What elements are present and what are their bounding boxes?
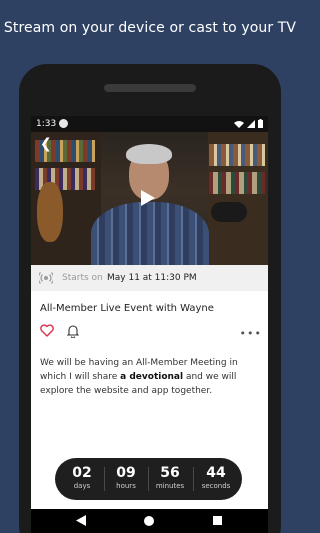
countdown-days-label: days	[73, 482, 91, 490]
countdown-seconds-value: 44	[206, 465, 226, 481]
countdown-seconds-label: seconds	[201, 482, 231, 490]
more-options-icon[interactable]: •••	[240, 327, 262, 340]
countdown-timer: 02 days 09 hours 56 minutes 44 seconds	[55, 458, 242, 500]
android-nav-bar	[31, 509, 268, 533]
countdown-minutes-value: 56	[160, 465, 180, 481]
promo-headline: Stream on your device or cast to your TV	[3, 20, 297, 36]
nav-back-icon[interactable]	[76, 515, 86, 526]
countdown-hours-value: 09	[116, 465, 136, 481]
description-bold: a devotional	[120, 372, 184, 382]
books-row	[209, 144, 265, 166]
battery-icon	[258, 119, 263, 128]
countdown-divider	[193, 467, 194, 491]
phone-speaker	[104, 84, 196, 92]
play-icon[interactable]	[141, 190, 155, 206]
video-player[interactable]: ❮	[31, 132, 268, 265]
nav-recents-icon[interactable]	[213, 516, 222, 525]
countdown-hours: 09 hours	[108, 465, 144, 492]
microphone	[211, 202, 247, 222]
countdown-days: 02 days	[64, 465, 100, 492]
countdown-days-value: 02	[72, 465, 92, 481]
starts-label: Starts on	[62, 273, 103, 283]
broadcast-icon	[39, 272, 53, 284]
status-time: 1:33	[36, 119, 57, 129]
heart-icon[interactable]	[40, 324, 54, 337]
guitar	[37, 182, 63, 242]
bell-icon[interactable]	[67, 324, 79, 338]
countdown-divider	[104, 467, 105, 491]
signal-icon	[247, 119, 255, 128]
countdown-divider	[148, 467, 149, 491]
countdown-seconds: 44 seconds	[198, 465, 234, 492]
app-screen: 1:33 ❮ Starts on May 11 at 11:30 PM All-…	[31, 116, 268, 533]
event-title: All-Member Live Event with Wayne	[40, 303, 214, 314]
wifi-icon	[234, 120, 244, 128]
event-actions: •••	[40, 324, 262, 340]
countdown-minutes: 56 minutes	[152, 465, 188, 492]
countdown-hours-label: hours	[116, 482, 136, 490]
status-bar: 1:33	[31, 116, 268, 132]
app-notification-icon	[59, 119, 68, 128]
chevron-left-icon[interactable]: ❮	[40, 136, 52, 152]
event-start-row: Starts on May 11 at 11:30 PM	[31, 265, 268, 291]
presenter-shirt	[91, 202, 209, 265]
books-row	[209, 172, 265, 194]
status-icons	[234, 119, 263, 128]
countdown-minutes-label: minutes	[155, 482, 185, 490]
starts-date: May 11 at 11:30 PM	[107, 273, 197, 283]
presenter-hair	[126, 144, 172, 164]
event-description: We will be having an All-Member Meeting …	[40, 356, 262, 398]
nav-home-icon[interactable]	[144, 516, 154, 526]
